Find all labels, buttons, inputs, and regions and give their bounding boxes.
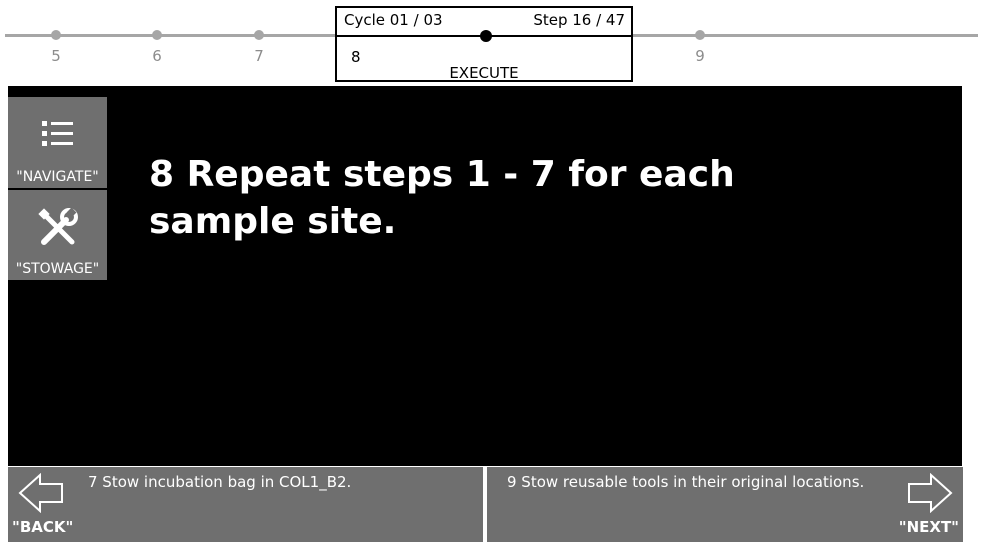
arrow-right-icon <box>908 473 953 513</box>
step-counter: Step 16 / 47 <box>533 11 625 29</box>
navigate-button[interactable]: "NAVIGATE" <box>8 97 107 188</box>
back-label: "BACK" <box>12 518 74 536</box>
back-button[interactable]: 7 Stow incubation bag in COL1_B2. "BACK" <box>8 467 483 542</box>
list-icon <box>41 121 73 146</box>
timeline-step-5[interactable]: 5 <box>46 47 66 65</box>
stowage-button[interactable]: "STOWAGE" <box>8 190 107 280</box>
stowage-label: "STOWAGE" <box>15 261 100 277</box>
cycle-counter: Cycle 01 / 03 <box>344 11 443 29</box>
arrow-left-icon <box>18 473 63 513</box>
tools-icon <box>37 207 78 245</box>
timeline-dot-step-7[interactable] <box>254 30 264 40</box>
timeline-step-7[interactable]: 7 <box>249 47 269 65</box>
timeline-dot-step-6[interactable] <box>152 30 162 40</box>
step-display: "NAVIGATE" "STOWAGE" 8 Repeat steps 1 - … <box>8 86 962 466</box>
back-step-description: 7 Stow incubation bag in COL1_B2. <box>88 473 352 491</box>
step-instruction: 8 Repeat steps 1 - 7 for each sample sit… <box>149 154 735 242</box>
timeline-dot-step-5[interactable] <box>51 30 61 40</box>
navigate-label: "NAVIGATE" <box>16 169 99 185</box>
next-button[interactable]: 9 Stow reusable tools in their original … <box>487 467 963 542</box>
timeline-current-dot <box>480 30 492 42</box>
timeline-step-6[interactable]: 6 <box>147 47 167 65</box>
timeline-step-9[interactable]: 9 <box>690 47 710 65</box>
current-phase: EXECUTE <box>449 64 519 82</box>
bottom-navigation: 7 Stow incubation bag in COL1_B2. "BACK"… <box>8 467 963 542</box>
next-step-description: 9 Stow reusable tools in their original … <box>507 473 865 491</box>
next-label: "NEXT" <box>898 518 959 536</box>
current-step-box: Cycle 01 / 03 Step 16 / 47 8 EXECUTE <box>335 6 633 82</box>
timeline-dot-step-9[interactable] <box>695 30 705 40</box>
